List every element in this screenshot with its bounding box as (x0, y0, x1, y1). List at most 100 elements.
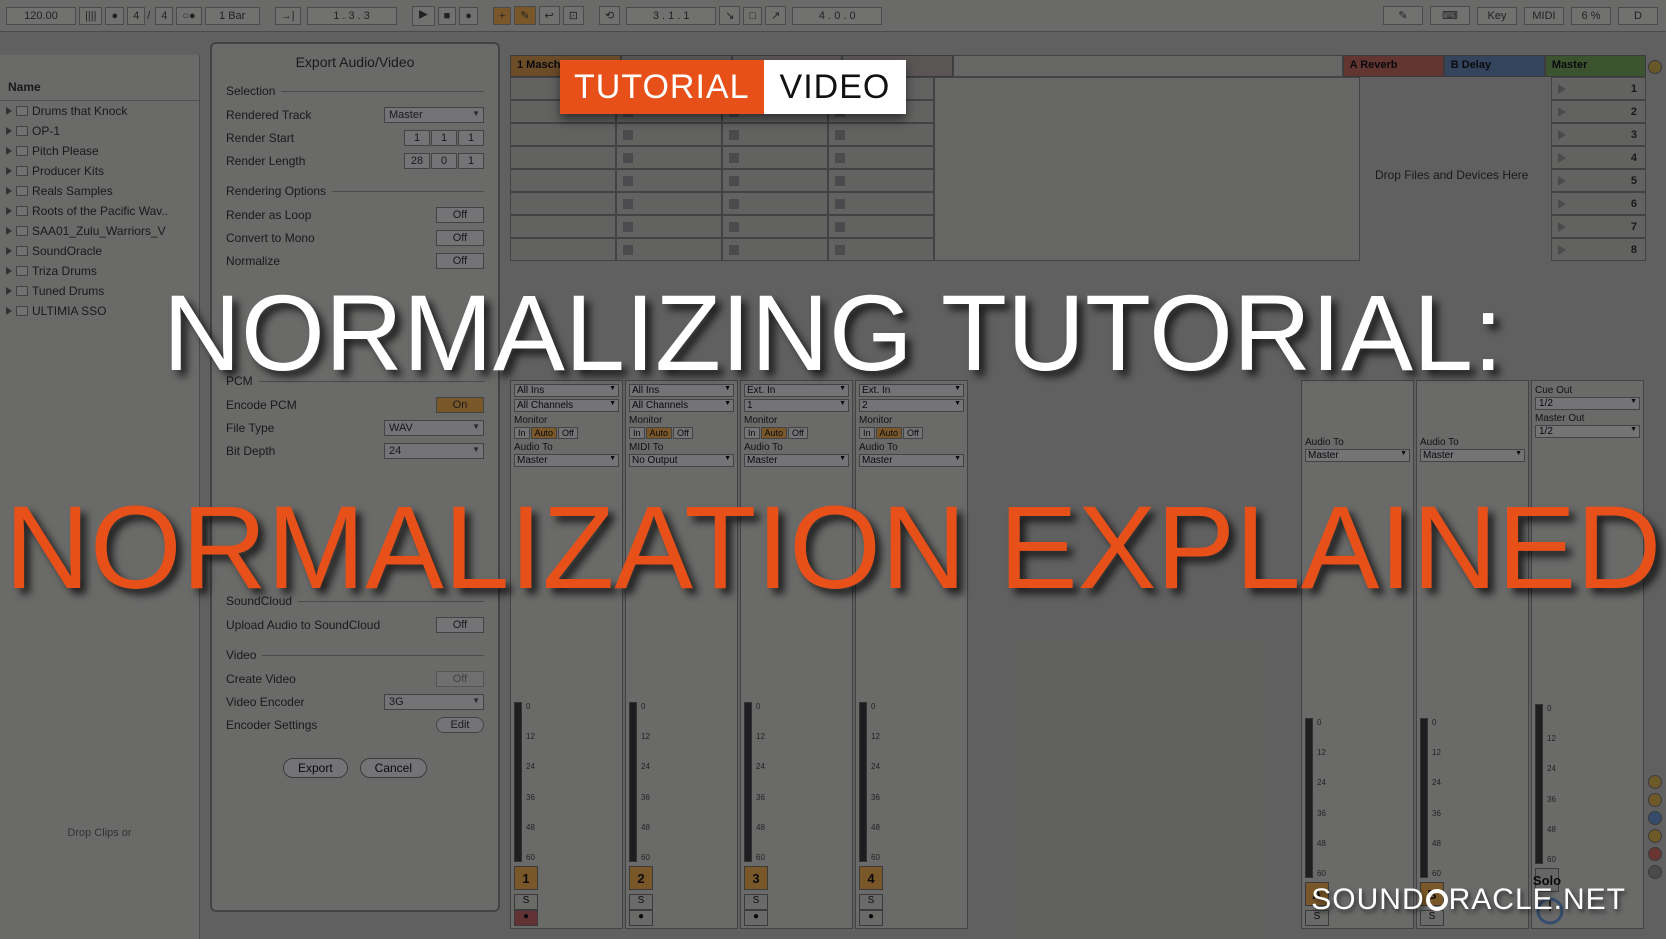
punch-in-button[interactable]: ↘ (719, 6, 740, 25)
clip-slot[interactable] (722, 123, 828, 146)
output-select[interactable]: Master (1420, 449, 1525, 462)
monitor-switch[interactable]: InAutoOff (629, 427, 734, 439)
clip-slot[interactable] (722, 146, 828, 169)
clip-slot[interactable] (616, 169, 722, 192)
metronome-button[interactable]: ● (105, 7, 124, 25)
clip-slot[interactable] (828, 238, 934, 261)
convert-mono-toggle[interactable]: Off (436, 230, 484, 246)
arm-button[interactable]: ● (859, 910, 883, 926)
arm-button[interactable]: ● (514, 910, 538, 926)
midi-map-button[interactable]: MIDI (1524, 7, 1564, 25)
scene-slot[interactable]: 6 (1551, 192, 1646, 215)
browser-item[interactable]: Roots of the Pacific Wav.. (0, 201, 199, 221)
clip-slot[interactable] (510, 169, 616, 192)
clip-slot[interactable] (510, 238, 616, 261)
input-channel-select[interactable]: All Channels (514, 399, 619, 412)
position-display[interactable]: 1 . 3 . 3 (307, 7, 397, 25)
automation-arm-button[interactable]: ✎ (514, 6, 535, 25)
show-crossfade-icon[interactable] (1648, 865, 1662, 879)
render-length-field[interactable]: 2801 (404, 153, 484, 169)
create-video-toggle[interactable]: Off (436, 671, 484, 687)
loop-length[interactable]: 4 . 0 . 0 (792, 7, 882, 25)
rendered-track-select[interactable]: Master (384, 107, 484, 123)
encoder-settings-button[interactable]: Edit (436, 717, 484, 733)
input-channel-select[interactable]: 1 (744, 399, 849, 412)
scene-slot[interactable]: 1 (1551, 77, 1646, 100)
clip-slot[interactable] (828, 215, 934, 238)
render-start-field[interactable]: 111 (404, 130, 484, 146)
bit-depth-select[interactable]: 24 (384, 443, 484, 459)
browser-item[interactable]: SoundOracle (0, 241, 199, 261)
clip-slot[interactable] (722, 192, 828, 215)
output-select[interactable]: Master (859, 454, 964, 467)
clip-slot[interactable] (828, 123, 934, 146)
scene-slot[interactable]: 7 (1551, 215, 1646, 238)
monitor-switch[interactable]: InAutoOff (514, 427, 619, 439)
track-activator[interactable]: 2 (629, 866, 653, 890)
scene-slot[interactable]: 3 (1551, 123, 1646, 146)
output-select[interactable]: Master (514, 454, 619, 467)
clip-slot[interactable] (616, 123, 722, 146)
input-channel-select[interactable]: All Channels (629, 399, 734, 412)
draw-mode-button[interactable]: ✎ (1383, 6, 1423, 25)
output-select[interactable]: Master (744, 454, 849, 467)
render-loop-toggle[interactable]: Off (436, 207, 484, 223)
follow-button[interactable]: →| (275, 7, 301, 25)
cancel-button[interactable]: Cancel (360, 758, 427, 778)
scene-slot[interactable]: 4 (1551, 146, 1646, 169)
track-activator[interactable]: 1 (514, 866, 538, 890)
clip-slot[interactable] (616, 146, 722, 169)
input-channel-select[interactable]: 2 (859, 399, 964, 412)
stop-button[interactable]: ■ (438, 7, 457, 25)
monitor-switch[interactable]: InAutoOff (744, 427, 849, 439)
solo-button[interactable]: S (859, 894, 883, 910)
return-track-header[interactable]: B Delay (1444, 55, 1545, 77)
track-activator[interactable]: 4 (859, 866, 883, 890)
return-track-header[interactable]: A Reverb (1343, 55, 1444, 77)
video-encoder-select[interactable]: 3G (384, 694, 484, 710)
reautomation-button[interactable]: ↩ (539, 6, 560, 25)
browser-item[interactable]: Pitch Please (0, 141, 199, 161)
tempo-field[interactable]: 120.00 (6, 7, 76, 25)
show-mixer-icon[interactable] (1648, 829, 1662, 843)
clip-slot[interactable] (722, 238, 828, 261)
loop-button[interactable]: ⟲ (599, 6, 620, 25)
solo-button[interactable]: S (629, 894, 653, 910)
clip-slot[interactable] (616, 192, 722, 215)
key-map-button[interactable]: Key (1477, 7, 1517, 25)
output-select[interactable]: Master (1305, 449, 1410, 462)
clip-slot[interactable] (616, 238, 722, 261)
browser-item[interactable]: OP-1 (0, 121, 199, 141)
encode-pcm-toggle[interactable]: On (436, 397, 484, 413)
show-returns-icon[interactable] (1648, 811, 1662, 825)
master-track-header[interactable]: Master (1545, 55, 1646, 77)
browser-item[interactable]: Producer Kits (0, 161, 199, 181)
browser-item[interactable]: Drums that Knock (0, 101, 199, 121)
clip-slot[interactable] (722, 215, 828, 238)
scene-slot[interactable]: 8 (1551, 238, 1646, 261)
io-selector-icon[interactable] (1648, 60, 1662, 74)
show-delay-icon[interactable] (1648, 847, 1662, 861)
loop-toggle[interactable]: □ (743, 7, 762, 25)
clip-slot[interactable] (510, 192, 616, 215)
export-button[interactable]: Export (283, 758, 348, 778)
clip-slot[interactable] (722, 169, 828, 192)
overdub-button[interactable]: + (493, 7, 511, 25)
normalize-toggle[interactable]: Off (436, 253, 484, 269)
clip-slot[interactable] (828, 169, 934, 192)
tap-button[interactable]: |||| (79, 7, 102, 25)
show-io-icon[interactable] (1648, 775, 1662, 789)
play-button[interactable] (412, 6, 435, 26)
upload-soundcloud-toggle[interactable]: Off (436, 617, 484, 633)
file-type-select[interactable]: WAV (384, 420, 484, 436)
clip-slot[interactable] (828, 146, 934, 169)
clip-slot[interactable] (510, 215, 616, 238)
output-select[interactable]: No Output (629, 454, 734, 467)
keyboard-icon[interactable]: ⌨ (1430, 6, 1470, 25)
browser-item[interactable]: Reals Samples (0, 181, 199, 201)
arm-button[interactable]: ● (744, 910, 768, 926)
track-activator[interactable]: 3 (744, 866, 768, 890)
capture-button[interactable]: ⊡ (563, 6, 584, 25)
browser-item[interactable]: SAA01_Zulu_Warriors_V (0, 221, 199, 241)
punch-out-button[interactable]: ↗ (765, 6, 786, 25)
